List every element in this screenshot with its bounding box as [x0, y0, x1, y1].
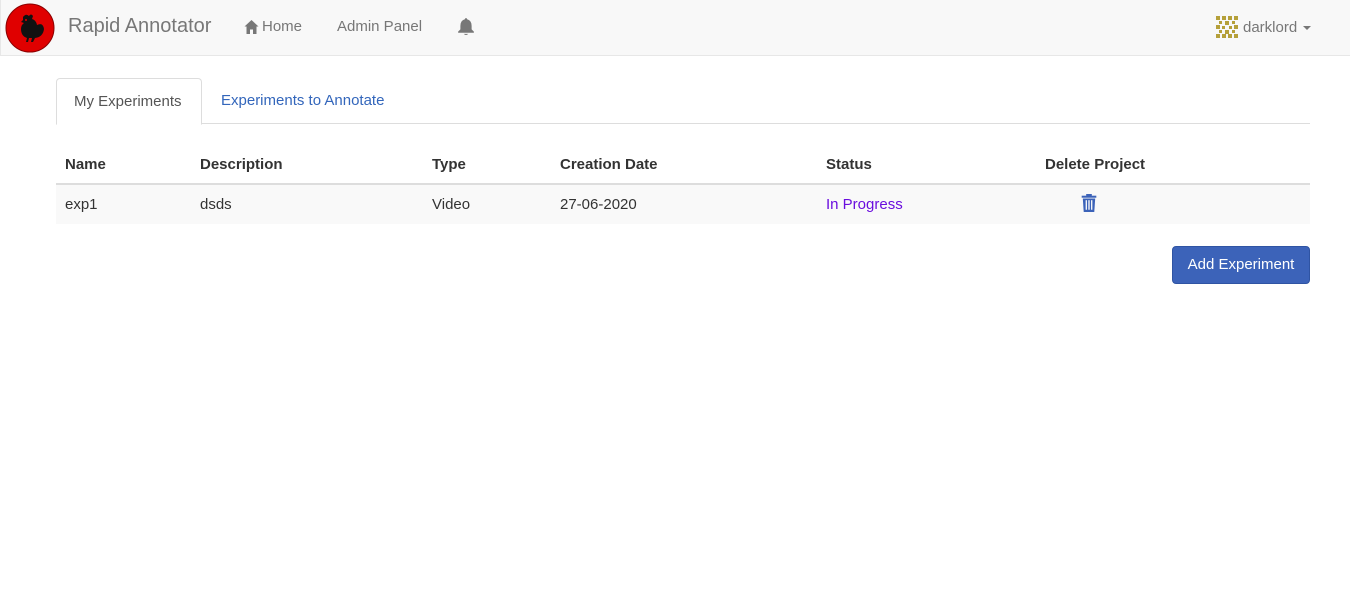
column-header-name: Name [65, 156, 106, 173]
column-header-type: Type [432, 156, 466, 173]
experiment-type: Video [432, 196, 471, 213]
column-header-creation-date: Creation Date [560, 156, 658, 173]
user-menu-dropdown[interactable]: darklord [1216, 16, 1312, 38]
chevron-down-icon [1303, 26, 1312, 30]
table-row: exp1 dsds Video 27-06-2020 In Progress [56, 185, 1310, 224]
experiment-name[interactable]: exp1 [65, 196, 98, 213]
column-header-status: Status [826, 156, 872, 173]
nav-home-link[interactable]: Home [243, 18, 302, 35]
experiment-status-link[interactable]: In Progress [826, 196, 903, 213]
avatar [1216, 16, 1238, 38]
tab-experiments-to-annotate[interactable]: Experiments to Annotate [204, 78, 401, 124]
experiment-tabs: My Experiments Experiments to Annotate [56, 78, 1310, 125]
home-icon [244, 19, 259, 34]
column-header-delete-project: Delete Project [1045, 156, 1146, 173]
add-experiment-button[interactable]: Add Experiment [1172, 246, 1310, 284]
bell-icon [458, 18, 474, 35]
brand-title[interactable]: Rapid Annotator [68, 15, 211, 38]
nav-admin-panel-link[interactable]: Admin Panel [337, 18, 422, 35]
nav-home-label: Home [262, 18, 303, 35]
experiment-creation-date: 27-06-2020 [560, 196, 637, 213]
trash-icon[interactable] [1081, 194, 1097, 212]
user-name: darklord [1243, 18, 1298, 36]
experiment-description: dsds [200, 196, 232, 213]
rooster-logo-icon[interactable] [5, 3, 55, 53]
table-header-row: Name Description Type Creation Date Stat… [56, 145, 1310, 185]
column-header-description: Description [200, 156, 283, 173]
tab-my-experiments[interactable]: My Experiments [56, 78, 202, 125]
top-navbar: Rapid Annotator Home Admin Panel darklor… [0, 0, 1350, 56]
notifications-button[interactable] [457, 17, 475, 35]
